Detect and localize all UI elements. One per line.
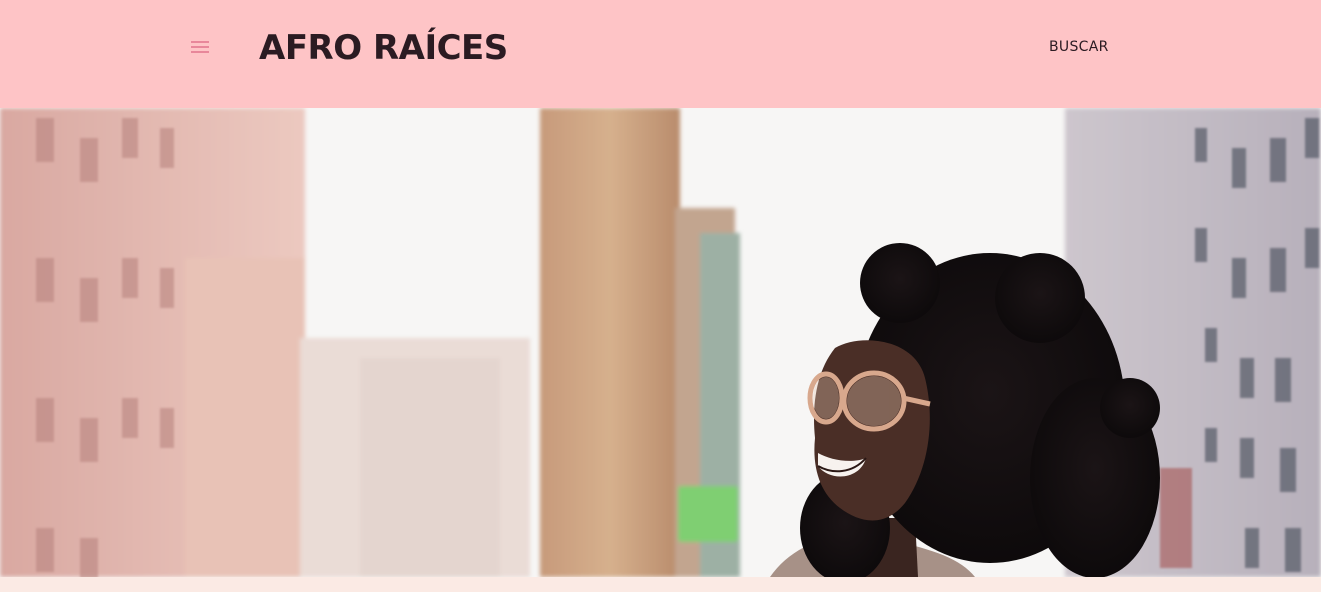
site-header: AFRO RAÍCES BUSCAR <box>0 0 1321 108</box>
hero-image <box>0 108 1321 577</box>
search-link[interactable]: BUSCAR <box>1049 37 1109 57</box>
hamburger-menu-icon[interactable] <box>188 37 212 57</box>
site-logo[interactable]: AFRO RAÍCES <box>259 26 508 70</box>
hero-photo <box>0 108 1321 577</box>
page-content-start <box>0 577 1321 592</box>
